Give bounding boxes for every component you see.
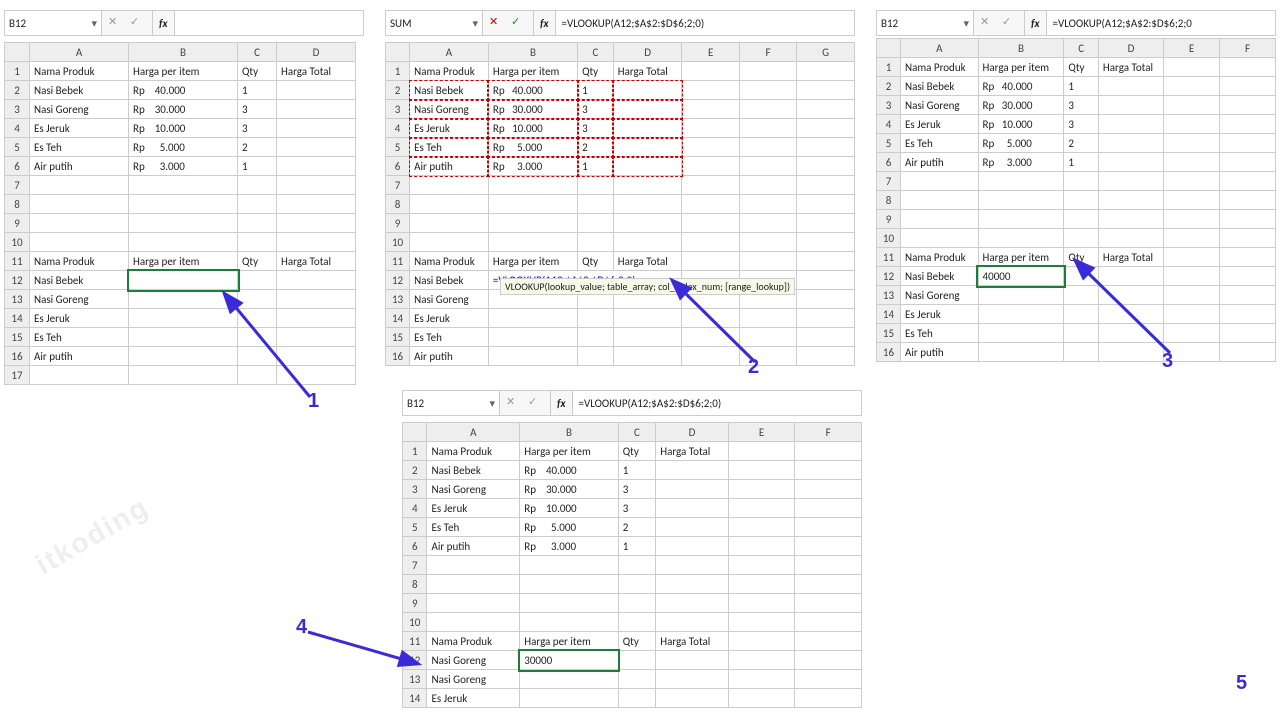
callout-2: 2 <box>748 356 759 379</box>
fx-label[interactable]: fx <box>551 391 573 415</box>
cancel-icon[interactable]: ✕ <box>980 15 996 31</box>
grid-2[interactable]: ABCDEFG 1Nama ProdukHarga per itemQtyHar… <box>385 42 855 366</box>
cell-b12-result[interactable]: 30000 <box>520 651 618 670</box>
watermark: itkoding <box>30 491 154 581</box>
formula-input[interactable]: =VLOOKUP(A12;$A$2:$D$6;2;0) <box>556 11 854 35</box>
name-box[interactable]: B12▾ <box>403 391 500 415</box>
fx-label[interactable]: fx <box>1025 11 1047 35</box>
fx-label[interactable]: fx <box>534 11 556 35</box>
callout-5: 5 <box>1236 672 1247 695</box>
grid-4[interactable]: ABCDEF 1Nama ProdukHarga per itemQtyHarg… <box>402 422 862 708</box>
callout-4: 4 <box>296 616 307 639</box>
name-box[interactable]: B12▾ <box>877 11 974 35</box>
cancel-icon[interactable]: ✕ <box>108 15 124 31</box>
cell-b12[interactable] <box>129 271 238 290</box>
chevron-down-icon: ▾ <box>91 17 97 30</box>
cancel-icon[interactable]: ✕ <box>489 15 505 31</box>
accept-icon[interactable]: ✓ <box>528 395 544 411</box>
fragment-4: B12▾ ✕ ✓ fx =VLOOKUP(A12;$A$2:$D$6;2;0) … <box>402 390 862 708</box>
accept-icon[interactable]: ✓ <box>1002 15 1018 31</box>
name-box[interactable]: B12▾ <box>5 11 102 35</box>
fx-label[interactable]: fx <box>153 11 175 35</box>
name-box[interactable]: SUM▾ <box>386 11 483 35</box>
formula-input[interactable] <box>175 11 363 35</box>
formula-input[interactable]: =VLOOKUP(A12;$A$2:$D$6;2;0) <box>573 391 861 415</box>
formula-input[interactable]: =VLOOKUP(A12;$A$2:$D$6;2;0 <box>1047 11 1275 35</box>
accept-icon[interactable]: ✓ <box>130 15 146 31</box>
accept-icon[interactable]: ✓ <box>511 15 527 31</box>
cell-b12-result[interactable]: 40000 <box>978 267 1064 286</box>
callout-1: 1 <box>308 390 319 413</box>
cancel-icon[interactable]: ✕ <box>506 395 522 411</box>
formula-bar: B12▾ ✕ ✓ fx <box>4 10 364 36</box>
arrow-4 <box>300 620 420 680</box>
fragment-2: SUM▾ ✕ ✓ fx =VLOOKUP(A12;$A$2:$D$6;2;0) … <box>385 10 855 366</box>
callout-3: 3 <box>1162 350 1173 373</box>
